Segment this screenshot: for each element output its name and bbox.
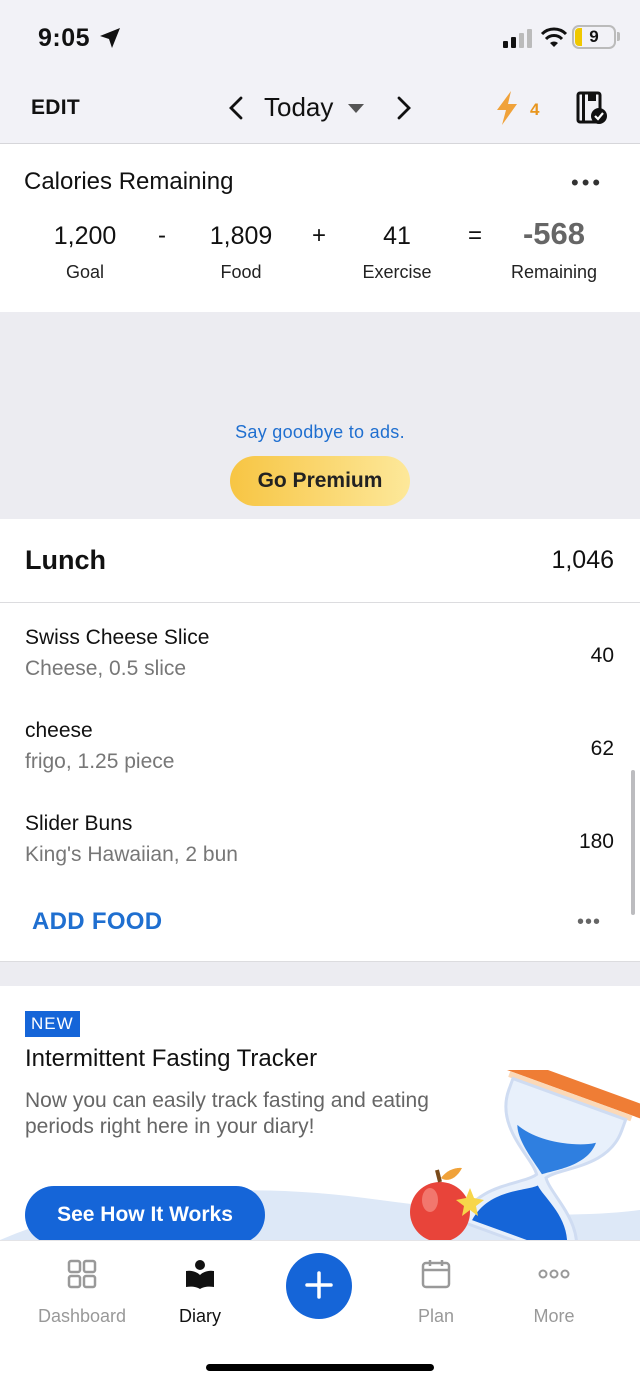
streak-lightning-icon[interactable] [494,90,520,126]
tab-dashboard[interactable]: Dashboard [17,1258,147,1327]
diary-book-icon [186,1260,214,1289]
promo-description: Now you can easily track fasting and eat… [25,1089,429,1138]
plus-operator: + [312,222,327,249]
food-value: 1,809 [209,222,273,250]
new-badge: NEW [25,1011,80,1037]
food-item-name[interactable]: cheese [25,719,93,743]
add-food-button[interactable]: ADD FOOD [32,908,162,936]
battery-indicator: 9 [572,25,616,49]
promo-title: Intermittent Fasting Tracker [25,1045,318,1072]
diary-complete-icon[interactable] [575,90,609,126]
tab-more[interactable]: More [489,1258,619,1327]
edit-button[interactable]: EDIT [31,96,80,120]
food-item-desc[interactable]: Cheese, 0.5 slice [25,657,186,681]
food-item-name[interactable]: Slider Buns [25,812,132,836]
status-time: 9:05 [38,24,91,52]
food-item-calories[interactable]: 40 [591,644,614,668]
meal-total-calories: 1,046 [551,546,614,574]
meal-more-icon[interactable]: ••• [577,911,601,934]
home-indicator [206,1364,434,1371]
divider [0,602,640,603]
food-item-calories[interactable]: 180 [579,830,614,854]
location-arrow-icon [100,28,120,48]
tab-more-label: More [533,1306,575,1326]
exercise-value: 41 [383,222,411,250]
goal-label: Goal [65,262,105,282]
remaining-value: -568 [522,216,586,251]
food-label: Food [220,262,262,282]
date-dropdown-icon[interactable] [348,104,364,113]
goal-value: 1,200 [53,222,117,250]
tab-dashboard-label: Dashboard [37,1306,127,1326]
tab-plan-label: Plan [417,1306,455,1326]
tab-plan[interactable]: Plan [371,1258,501,1327]
calendar-icon [421,1260,451,1289]
battery-percent: 9 [589,27,599,46]
see-how-it-works-button[interactable]: See How It Works [25,1186,265,1244]
wifi-icon [540,27,568,47]
tab-diary[interactable]: Diary [135,1258,265,1327]
go-premium-button[interactable]: Go Premium [230,456,410,506]
quick-add-button[interactable] [286,1253,352,1319]
chevron-left-icon[interactable] [226,95,248,121]
date-selector[interactable]: Today [264,92,333,123]
minus-operator: - [158,222,166,249]
dashboard-icon [67,1259,97,1289]
scrollbar[interactable] [631,770,635,915]
calories-more-icon[interactable]: ••• [571,170,603,196]
streak-count[interactable]: 4 [530,100,539,120]
more-dots-icon [538,1269,570,1279]
section-gap [0,961,640,986]
battery-nub [617,32,620,41]
food-item-name[interactable]: Swiss Cheese Slice [25,626,209,650]
tab-diary-label: Diary [178,1306,221,1326]
food-item-desc[interactable]: King's Hawaiian, 2 bun [25,843,238,867]
exercise-label: Exercise [362,262,432,282]
ad-text[interactable]: Say goodbye to ads. [0,422,640,443]
equals-operator: = [468,222,483,249]
remaining-label: Remaining [510,262,598,282]
cellular-signal-icon [503,29,532,48]
plus-icon [305,1270,333,1299]
food-item-calories[interactable]: 62 [591,737,614,761]
meal-title: Lunch [25,545,106,575]
chevron-right-icon[interactable] [392,95,414,121]
food-item-desc[interactable]: frigo, 1.25 piece [25,750,174,774]
calories-remaining-title: Calories Remaining [24,168,234,195]
